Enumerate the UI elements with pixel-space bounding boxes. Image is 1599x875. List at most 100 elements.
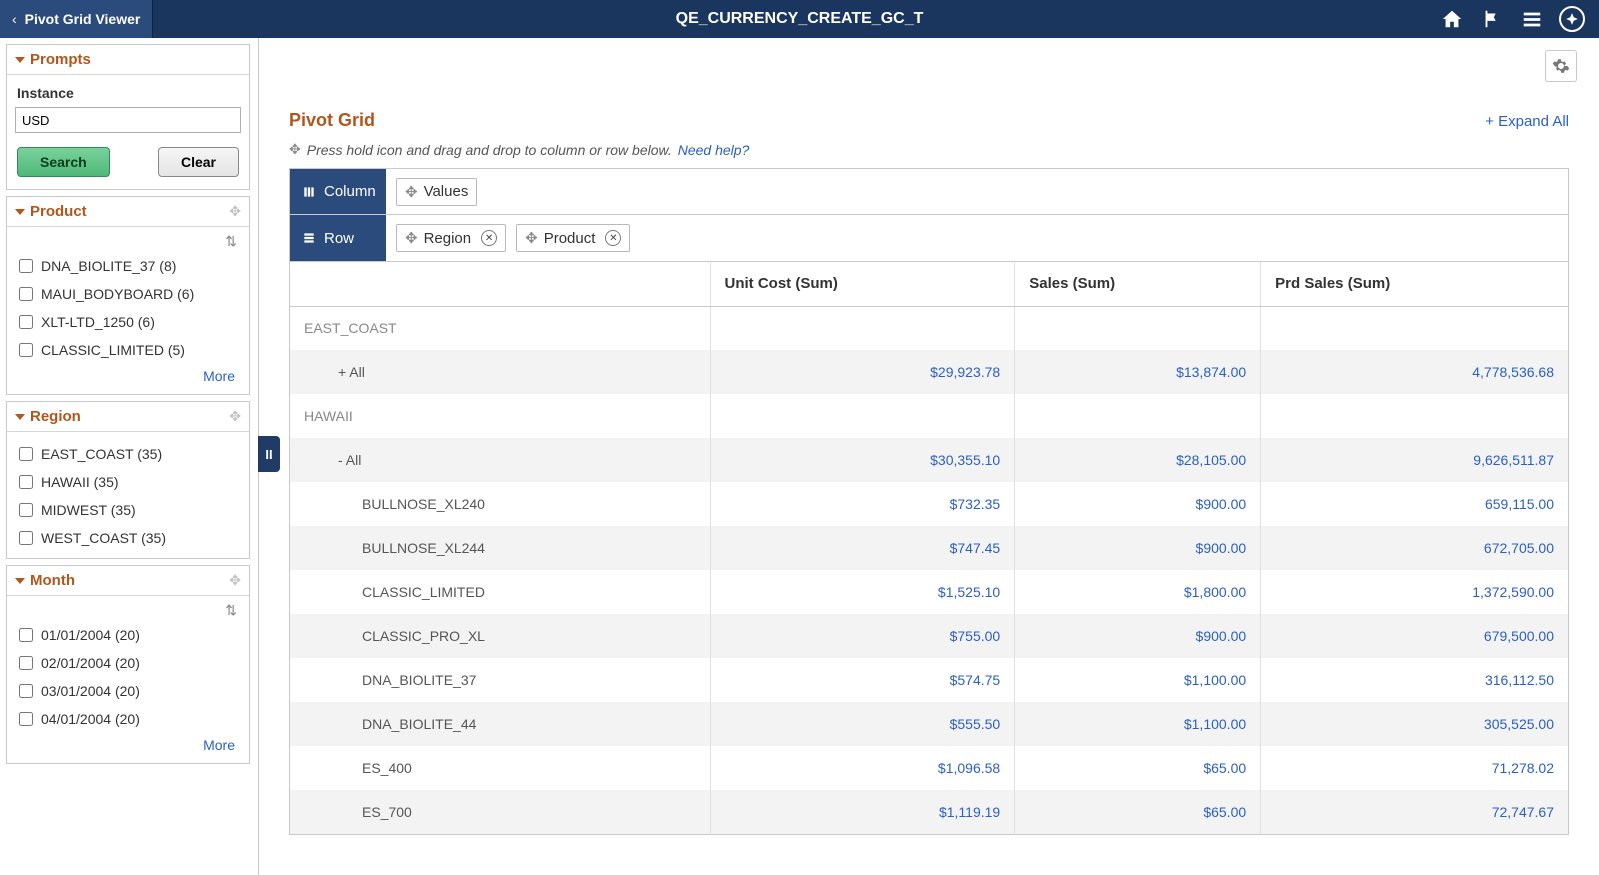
- checkbox[interactable]: [19, 343, 33, 357]
- value-cell[interactable]: $65.00: [1015, 790, 1261, 834]
- value-cell[interactable]: $65.00: [1015, 746, 1261, 790]
- prompts-header[interactable]: Prompts: [7, 45, 249, 75]
- facet-label: 01/01/2004 (20): [41, 627, 140, 643]
- value-cell[interactable]: $1,096.58: [710, 746, 1015, 790]
- value-cell[interactable]: $13,874.00: [1015, 350, 1261, 394]
- drag-icon[interactable]: ✥: [229, 572, 241, 589]
- value-cell[interactable]: $900.00: [1015, 614, 1261, 658]
- value-cell[interactable]: $1,100.00: [1015, 658, 1261, 702]
- value-cell[interactable]: $732.35: [710, 482, 1015, 526]
- region-item[interactable]: WEST_COAST (35): [15, 524, 241, 552]
- remove-icon[interactable]: ✕: [605, 230, 621, 246]
- instance-label: Instance: [17, 85, 241, 101]
- value-cell[interactable]: $1,100.00: [1015, 702, 1261, 746]
- month-item[interactable]: 03/01/2004 (20): [15, 677, 241, 705]
- facet-label: 04/01/2004 (20): [41, 711, 140, 727]
- checkbox[interactable]: [19, 628, 33, 642]
- value-cell[interactable]: $1,119.19: [710, 790, 1015, 834]
- product-label: ES_400: [290, 746, 710, 790]
- expand-toggle[interactable]: + All: [290, 350, 710, 394]
- value-cell[interactable]: 71,278.02: [1261, 746, 1568, 790]
- product-item[interactable]: DNA_BIOLITE_37 (8): [15, 252, 241, 280]
- search-button[interactable]: Search: [17, 147, 110, 177]
- chip-values[interactable]: ✥Values: [396, 178, 477, 206]
- table-row: DNA_BIOLITE_37$574.75$1,100.00316,112.50: [290, 658, 1568, 702]
- expand-all-link[interactable]: + Expand All: [1485, 113, 1569, 130]
- value-cell[interactable]: $28,105.00: [1015, 438, 1261, 482]
- value-cell[interactable]: 679,500.00: [1261, 614, 1568, 658]
- checkbox[interactable]: [19, 475, 33, 489]
- value-cell[interactable]: 672,705.00: [1261, 526, 1568, 570]
- month-item[interactable]: 02/01/2004 (20): [15, 649, 241, 677]
- value-cell[interactable]: $1,800.00: [1015, 570, 1261, 614]
- chip-region[interactable]: ✥Region✕: [396, 224, 506, 252]
- checkbox[interactable]: [19, 712, 33, 726]
- value-cell[interactable]: 659,115.00: [1261, 482, 1568, 526]
- value-cell[interactable]: $747.45: [710, 526, 1015, 570]
- checkbox[interactable]: [19, 259, 33, 273]
- row-zone[interactable]: Row: [290, 215, 386, 261]
- region-header[interactable]: Region ✥: [7, 402, 249, 432]
- region-item[interactable]: HAWAII (35): [15, 468, 241, 496]
- value-cell[interactable]: $30,355.10: [710, 438, 1015, 482]
- chip-product[interactable]: ✥Product✕: [516, 224, 630, 252]
- month-item[interactable]: 01/01/2004 (20): [15, 621, 241, 649]
- collapse-sidebar-tab[interactable]: II: [258, 436, 280, 472]
- product-label: BULLNOSE_XL240: [290, 482, 710, 526]
- drag-icon[interactable]: ✥: [229, 203, 241, 220]
- drag-icon[interactable]: ✥: [229, 408, 241, 425]
- product-header[interactable]: Product ✥: [7, 197, 249, 227]
- value-cell[interactable]: 72,747.67: [1261, 790, 1568, 834]
- sort-icon[interactable]: ⇅: [15, 233, 241, 250]
- back-button[interactable]: ‹ Pivot Grid Viewer: [0, 0, 153, 38]
- column-zone[interactable]: Column: [290, 169, 386, 214]
- product-item[interactable]: XLT-LTD_1250 (6): [15, 308, 241, 336]
- month-more-link[interactable]: More: [203, 737, 235, 753]
- month-header[interactable]: Month ✥: [7, 566, 249, 596]
- checkbox[interactable]: [19, 656, 33, 670]
- instance-input[interactable]: [15, 107, 241, 133]
- value-cell[interactable]: $555.50: [710, 702, 1015, 746]
- region-item[interactable]: EAST_COAST (35): [15, 440, 241, 468]
- settings-button[interactable]: [1545, 50, 1577, 82]
- value-cell[interactable]: $755.00: [710, 614, 1015, 658]
- region-item[interactable]: MIDWEST (35): [15, 496, 241, 524]
- value-cell[interactable]: 4,778,536.68: [1261, 350, 1568, 394]
- hint-text: Press hold icon and drag and drop to col…: [307, 142, 672, 158]
- checkbox[interactable]: [19, 503, 33, 517]
- column-header[interactable]: Unit Cost (Sum): [710, 262, 1015, 306]
- menu-icon[interactable]: [1519, 6, 1545, 32]
- table-row: EAST_COAST: [290, 306, 1568, 350]
- value-cell[interactable]: 9,626,511.87: [1261, 438, 1568, 482]
- value-cell[interactable]: 316,112.50: [1261, 658, 1568, 702]
- checkbox[interactable]: [19, 287, 33, 301]
- value-cell[interactable]: 305,525.00: [1261, 702, 1568, 746]
- product-item[interactable]: MAUI_BODYBOARD (6): [15, 280, 241, 308]
- column-header[interactable]: Sales (Sum): [1015, 262, 1261, 306]
- product-item[interactable]: CLASSIC_LIMITED (5): [15, 336, 241, 364]
- month-item[interactable]: 04/01/2004 (20): [15, 705, 241, 733]
- value-cell[interactable]: $574.75: [710, 658, 1015, 702]
- value-cell[interactable]: $900.00: [1015, 482, 1261, 526]
- need-help-link[interactable]: Need help?: [678, 142, 750, 158]
- product-more-link[interactable]: More: [203, 368, 235, 384]
- remove-icon[interactable]: ✕: [481, 230, 497, 246]
- product-label: DNA_BIOLITE_44: [290, 702, 710, 746]
- checkbox[interactable]: [19, 447, 33, 461]
- value-cell[interactable]: $900.00: [1015, 526, 1261, 570]
- compass-icon[interactable]: [1559, 6, 1585, 32]
- home-icon[interactable]: [1439, 6, 1465, 32]
- column-header[interactable]: Prd Sales (Sum): [1261, 262, 1568, 306]
- expand-toggle[interactable]: - All: [290, 438, 710, 482]
- column-header[interactable]: [290, 262, 710, 306]
- clear-button[interactable]: Clear: [158, 147, 239, 177]
- checkbox[interactable]: [19, 315, 33, 329]
- value-cell[interactable]: $29,923.78: [710, 350, 1015, 394]
- value-cell[interactable]: $1,525.10: [710, 570, 1015, 614]
- table-row: BULLNOSE_XL240$732.35$900.00659,115.00: [290, 482, 1568, 526]
- checkbox[interactable]: [19, 684, 33, 698]
- sort-icon[interactable]: ⇅: [15, 602, 241, 619]
- flag-icon[interactable]: [1479, 6, 1505, 32]
- checkbox[interactable]: [19, 531, 33, 545]
- value-cell[interactable]: 1,372,590.00: [1261, 570, 1568, 614]
